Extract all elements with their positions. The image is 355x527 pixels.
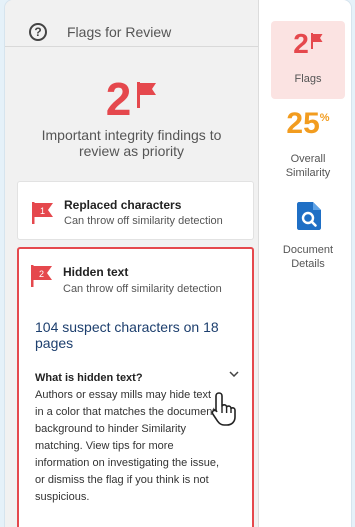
similarity-unit: %	[319, 112, 330, 124]
flag-number: 2	[39, 269, 44, 279]
similarity-value: 25	[286, 107, 320, 140]
app-shell: ? Flags for Review 2 Important integrity…	[5, 0, 351, 527]
flag-count: 2	[105, 73, 132, 125]
panel-header: ? Flags for Review	[5, 0, 258, 46]
sidebar-item-flags[interactable]: 2 Flags	[271, 21, 345, 99]
flag-icon	[310, 33, 323, 49]
flag-subtitle: Can throw off similarity detection	[63, 283, 222, 295]
chevron-down-icon[interactable]	[229, 371, 239, 377]
suspect-character-count: 104 suspect characters on 18 pages	[35, 319, 219, 351]
flag-card-replaced-characters[interactable]: 1 Replaced characters Can throw off simi…	[17, 181, 254, 240]
side-navigation: 2 Flags 25 % Overall Similarity Document…	[258, 0, 351, 527]
document-search-icon[interactable]	[297, 202, 321, 230]
summary-text: Important integrity findings to review a…	[41, 127, 222, 159]
flag-title: Hidden text	[63, 265, 129, 279]
flag-icon: 1	[32, 202, 53, 224]
similarity-label: Overall Similarity	[285, 153, 331, 179]
faq-question: What is hidden text?	[35, 372, 143, 384]
faq-answer: Authors or essay mills may hide text in …	[35, 389, 220, 503]
panel-title: Flags for Review	[67, 24, 172, 40]
flag-title: Replaced characters	[64, 198, 182, 212]
flags-panel: ? Flags for Review 2 Important integrity…	[5, 0, 258, 527]
flag-icon	[137, 82, 157, 108]
flag-number: 1	[40, 206, 45, 216]
flag-card-hidden-text[interactable]: 2 Hidden text Can throw off similarity d…	[17, 247, 254, 527]
hidden-text-faq-toggle[interactable]: What is hidden text?	[35, 368, 245, 384]
hand-cursor-icon	[211, 392, 236, 426]
sidebar-flags-label: Flags	[294, 73, 322, 85]
sidebar-item-similarity[interactable]: 25 %	[271, 108, 345, 140]
sidebar-flags-count: 2	[293, 28, 309, 59]
flag-count-summary: 2	[5, 76, 258, 122]
sidebar-item-document-details[interactable]: Document Details	[271, 243, 345, 271]
help-icon[interactable]: ?	[29, 23, 47, 41]
flags-count-display: 2	[271, 29, 345, 59]
flag-icon: 2	[31, 265, 52, 287]
header-divider	[5, 46, 258, 47]
flag-subtitle: Can throw off similarity detection	[64, 215, 223, 227]
